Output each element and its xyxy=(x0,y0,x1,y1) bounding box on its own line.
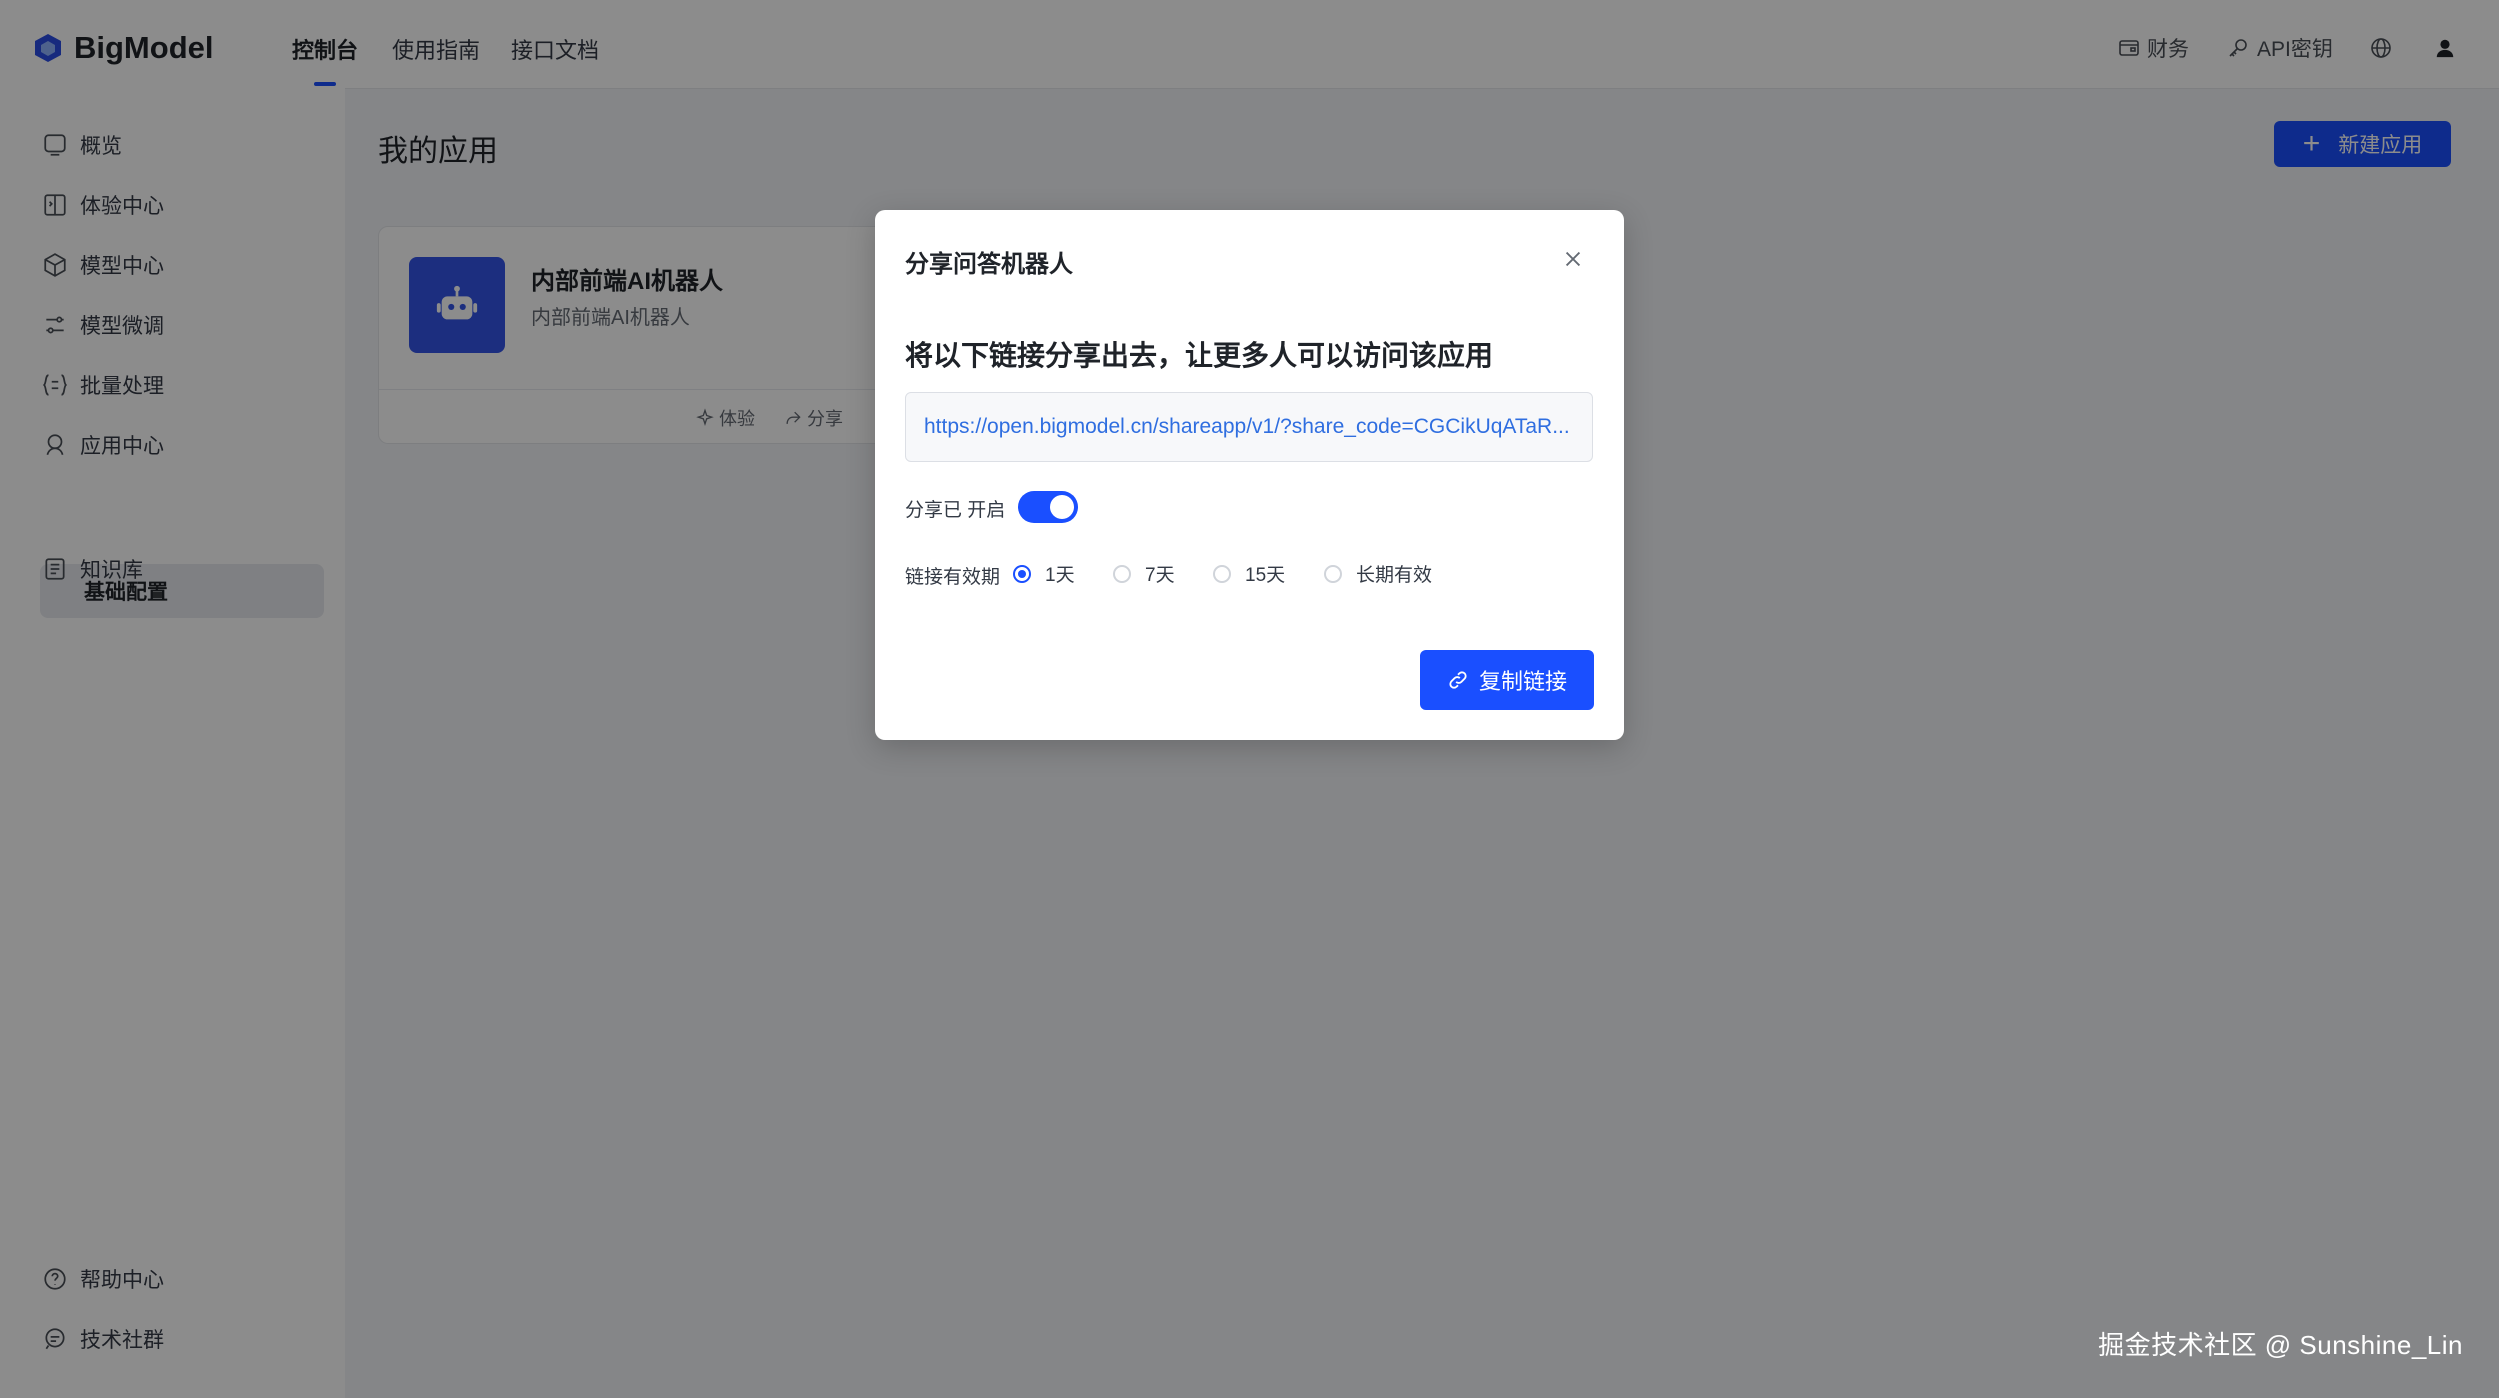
radio-unchecked-icon xyxy=(1213,564,1231,583)
share-status-label: 分享已 开启 xyxy=(905,500,1006,521)
radio-unchecked-icon xyxy=(1113,564,1131,583)
link-icon xyxy=(1449,671,1467,689)
toggle-knob xyxy=(1050,495,1074,519)
copy-link-label: 复制链接 xyxy=(1478,669,1567,694)
community-watermark: 掘金技术社区 @ Sunshine_Lin xyxy=(2098,1330,2463,1360)
close-icon[interactable] xyxy=(1562,248,1584,270)
expiry-option-label: 7天 xyxy=(1145,565,1175,586)
expiry-option-label: 15天 xyxy=(1245,565,1286,586)
share-toggle[interactable] xyxy=(1018,491,1078,523)
share-url-field[interactable]: https://open.bigmodel.cn/shareapp/v1/?sh… xyxy=(905,392,1593,462)
radio-checked-icon xyxy=(1013,564,1031,583)
expiry-option-label: 长期有效 xyxy=(1356,565,1433,586)
copy-link-button[interactable]: 复制链接 xyxy=(1420,650,1594,710)
expiry-option-1-day[interactable]: 1天 xyxy=(1013,560,1075,587)
radio-unchecked-icon xyxy=(1324,564,1342,583)
expiry-option-7-days[interactable]: 7天 xyxy=(1113,560,1175,587)
expiry-option-label: 1天 xyxy=(1045,565,1075,586)
expiry-option-15-days[interactable]: 15天 xyxy=(1213,560,1285,587)
expiry-option-permanent[interactable]: 长期有效 xyxy=(1324,560,1432,587)
expiry-label: 链接有效期 xyxy=(905,567,1001,588)
modal-title: 分享问答机器人 xyxy=(905,251,1073,278)
share-modal: 分享问答机器人 将以下链接分享出去，让更多人可以访问该应用 https://op… xyxy=(875,210,1624,740)
modal-heading: 将以下链接分享出去，让更多人可以访问该应用 xyxy=(905,340,1494,371)
share-url[interactable]: https://open.bigmodel.cn/shareapp/v1/?sh… xyxy=(924,415,1574,439)
